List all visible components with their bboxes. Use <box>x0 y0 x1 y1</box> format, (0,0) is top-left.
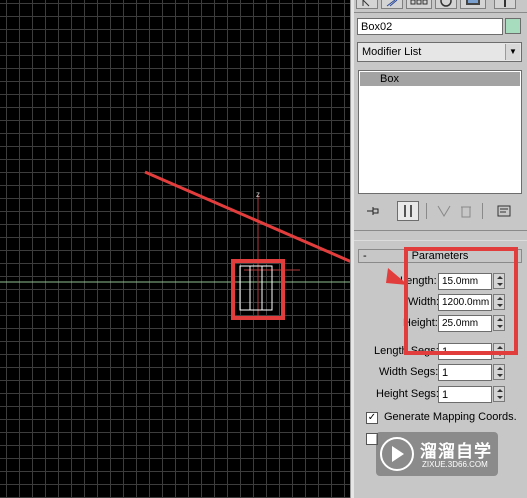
axis-label-z: z <box>256 190 260 199</box>
make-unique-button[interactable] <box>433 201 455 221</box>
utilities-icon <box>504 0 506 7</box>
toolbar-separator <box>482 203 483 219</box>
width-segs-field[interactable]: 1 <box>438 364 492 381</box>
panel-separator <box>354 230 527 231</box>
modifier-list-label: Modifier List <box>362 46 422 58</box>
watermark-title: 溜溜自学 <box>420 442 492 461</box>
height-segs-spinner[interactable] <box>493 386 505 402</box>
modifier-stack[interactable]: Box <box>358 70 522 194</box>
modify-icon <box>386 0 398 7</box>
generate-mapping-label: Generate Mapping Coords. <box>384 411 517 423</box>
remove-modifier-icon <box>461 206 471 218</box>
modifier-list-dropdown[interactable]: Modifier List ▼ <box>357 42 522 62</box>
height-segs-label: Height Segs: <box>376 388 439 400</box>
hierarchy-tab[interactable] <box>406 0 432 9</box>
width-segs-spinner[interactable] <box>493 364 505 380</box>
width-segs-label: Width Segs: <box>379 366 439 378</box>
hierarchy-icon <box>410 0 428 5</box>
motion-tab[interactable] <box>435 0 457 9</box>
make-unique-icon <box>437 205 451 217</box>
configure-modifier-sets-icon <box>497 205 511 217</box>
annotation-highlight-params <box>404 247 518 355</box>
pin-stack-icon <box>367 207 379 215</box>
configure-modifier-sets-button[interactable] <box>493 201 515 221</box>
panel-separator <box>354 240 527 241</box>
pin-stack-button[interactable] <box>362 201 384 221</box>
command-panel-tabs <box>354 0 527 13</box>
display-tab[interactable] <box>460 0 486 9</box>
watermark-url: ZIXUE.3D66.COM <box>422 460 488 469</box>
display-icon <box>466 0 480 5</box>
annotation-highlight-box <box>231 259 285 320</box>
rollout-collapse-icon: - <box>363 250 367 262</box>
toolbar-separator <box>426 203 427 219</box>
create-icon <box>362 0 370 7</box>
create-tab[interactable] <box>356 0 378 9</box>
show-end-result-icon <box>404 205 412 217</box>
height-segs-field[interactable]: 1 <box>438 386 492 403</box>
modify-tab[interactable] <box>381 0 403 9</box>
perspective-viewport[interactable]: z <box>0 0 350 498</box>
viewport-overlay <box>0 170 350 318</box>
show-end-result-button[interactable] <box>397 201 419 221</box>
generate-mapping-checkbox[interactable]: ✓ <box>366 412 378 424</box>
utilities-tab[interactable] <box>494 0 516 9</box>
watermark-logo-icon <box>380 437 414 471</box>
chevron-down-icon: ▼ <box>505 44 520 60</box>
motion-icon <box>440 0 452 7</box>
object-color-swatch[interactable] <box>505 18 521 34</box>
remove-modifier-button[interactable] <box>455 201 477 221</box>
watermark: 溜溜自学 ZIXUE.3D66.COM <box>376 432 498 476</box>
stack-item-box[interactable]: Box <box>360 72 520 86</box>
object-name-field[interactable]: Box02 <box>357 18 503 35</box>
